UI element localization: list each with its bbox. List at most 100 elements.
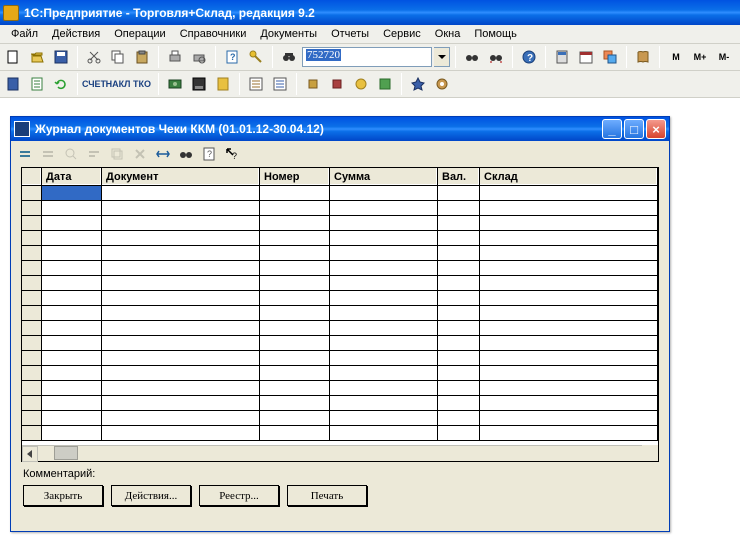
print-icon[interactable]	[164, 46, 186, 68]
help-doc-icon[interactable]: ?	[221, 46, 243, 68]
binoculars-icon[interactable]	[278, 46, 300, 68]
menu-actions[interactable]: Действия	[45, 26, 107, 42]
table-row[interactable]	[22, 186, 658, 201]
table-row[interactable]	[22, 366, 658, 381]
column-warehouse[interactable]: Склад	[480, 168, 658, 186]
table-body[interactable]	[22, 186, 658, 441]
menu-service[interactable]: Сервис	[376, 26, 428, 42]
tool4-icon[interactable]	[374, 73, 396, 95]
table-row[interactable]	[22, 321, 658, 336]
journal-icon	[14, 121, 30, 137]
table-row[interactable]	[22, 261, 658, 276]
edit-icon[interactable]	[84, 144, 104, 164]
column-number[interactable]: Номер	[260, 168, 330, 186]
m-plus-button[interactable]: М+	[689, 46, 711, 68]
delete-line-icon[interactable]	[130, 144, 150, 164]
search-input[interactable]: 752720	[302, 47, 432, 67]
calendar-icon[interactable]	[575, 46, 597, 68]
disk-icon[interactable]	[188, 73, 210, 95]
close-button[interactable]: Закрыть	[23, 485, 103, 506]
table-row[interactable]	[22, 201, 658, 216]
calc-icon[interactable]	[551, 46, 573, 68]
tool2-icon[interactable]	[326, 73, 348, 95]
child-toolbar: ? ?	[11, 141, 669, 167]
interval-icon[interactable]	[153, 144, 173, 164]
table-row[interactable]	[22, 381, 658, 396]
layers-icon[interactable]	[599, 46, 621, 68]
help-arrow-icon[interactable]: ?	[222, 144, 242, 164]
doc-green-icon[interactable]	[26, 73, 48, 95]
menu-file[interactable]: Файл	[4, 26, 45, 42]
find-icon[interactable]	[176, 144, 196, 164]
tko-button[interactable]: ТКО	[131, 73, 153, 95]
binoculars2-icon[interactable]	[461, 46, 483, 68]
table-row[interactable]	[22, 306, 658, 321]
gear-icon[interactable]	[431, 73, 453, 95]
table-row[interactable]	[22, 351, 658, 366]
view-icon[interactable]	[61, 144, 81, 164]
binoculars3-icon[interactable]	[485, 46, 507, 68]
help-small-icon[interactable]: ?	[199, 144, 219, 164]
new-icon[interactable]	[2, 46, 24, 68]
table-row[interactable]	[22, 336, 658, 351]
table-row[interactable]	[22, 276, 658, 291]
copy-icon[interactable]	[107, 46, 129, 68]
print-button[interactable]: Печать	[287, 485, 367, 506]
menu-documents[interactable]: Документы	[253, 26, 324, 42]
doc-yellow-icon[interactable]	[212, 73, 234, 95]
key-icon[interactable]	[245, 46, 267, 68]
new-line-icon[interactable]	[15, 144, 35, 164]
horizontal-scrollbar[interactable]	[22, 445, 642, 461]
column-marker[interactable]	[22, 168, 42, 186]
close-button[interactable]: ×	[646, 119, 666, 139]
main-titlebar: 1С:Предприятие - Торговля+Склад, редакци…	[0, 0, 740, 25]
tool1-icon[interactable]	[302, 73, 324, 95]
help-icon[interactable]: ?	[518, 46, 540, 68]
list-icon[interactable]	[245, 73, 267, 95]
nakl-button[interactable]: НАКЛ	[107, 73, 129, 95]
column-currency[interactable]: Вал.	[438, 168, 480, 186]
scrollbar-thumb[interactable]	[54, 446, 78, 460]
column-document[interactable]: Документ	[102, 168, 260, 186]
m-button[interactable]: М	[665, 46, 687, 68]
print-preview-icon[interactable]	[188, 46, 210, 68]
table-row[interactable]	[22, 291, 658, 306]
paste-icon[interactable]	[131, 46, 153, 68]
scroll-left-icon[interactable]	[22, 446, 38, 462]
column-sum[interactable]: Сумма	[330, 168, 438, 186]
column-date[interactable]: Дата	[42, 168, 102, 186]
list2-icon[interactable]	[269, 73, 291, 95]
menu-reports[interactable]: Отчеты	[324, 26, 376, 42]
table-row[interactable]	[22, 396, 658, 411]
search-dropdown-icon[interactable]	[434, 47, 450, 67]
open-icon[interactable]	[26, 46, 48, 68]
svg-text:?: ?	[232, 151, 237, 161]
cut-icon[interactable]	[83, 46, 105, 68]
add-line-icon[interactable]	[38, 144, 58, 164]
menu-directories[interactable]: Справочники	[173, 26, 254, 42]
table-row[interactable]	[22, 426, 658, 441]
minimize-button[interactable]: _	[602, 119, 622, 139]
save-icon[interactable]	[50, 46, 72, 68]
tool3-icon[interactable]	[350, 73, 372, 95]
menu-operations[interactable]: Операции	[107, 26, 172, 42]
doc-icon[interactable]	[2, 73, 24, 95]
table: Дата Документ Номер Сумма Вал. Склад	[21, 167, 659, 462]
copy-line-icon[interactable]	[107, 144, 127, 164]
menu-help[interactable]: Помощь	[467, 26, 524, 42]
svg-text:?: ?	[230, 52, 236, 62]
m-minus-button[interactable]: М-	[713, 46, 735, 68]
schet-button[interactable]: СЧЕТ	[83, 73, 105, 95]
table-row[interactable]	[22, 411, 658, 426]
book-icon[interactable]	[632, 46, 654, 68]
money-icon[interactable]	[164, 73, 186, 95]
table-row[interactable]	[22, 231, 658, 246]
registry-button[interactable]: Реестр...	[199, 485, 279, 506]
menu-windows[interactable]: Окна	[428, 26, 468, 42]
table-row[interactable]	[22, 216, 658, 231]
actions-button[interactable]: Действия...	[111, 485, 191, 506]
star-icon[interactable]	[407, 73, 429, 95]
refresh-icon[interactable]	[50, 73, 72, 95]
table-row[interactable]	[22, 246, 658, 261]
maximize-button[interactable]: □	[624, 119, 644, 139]
